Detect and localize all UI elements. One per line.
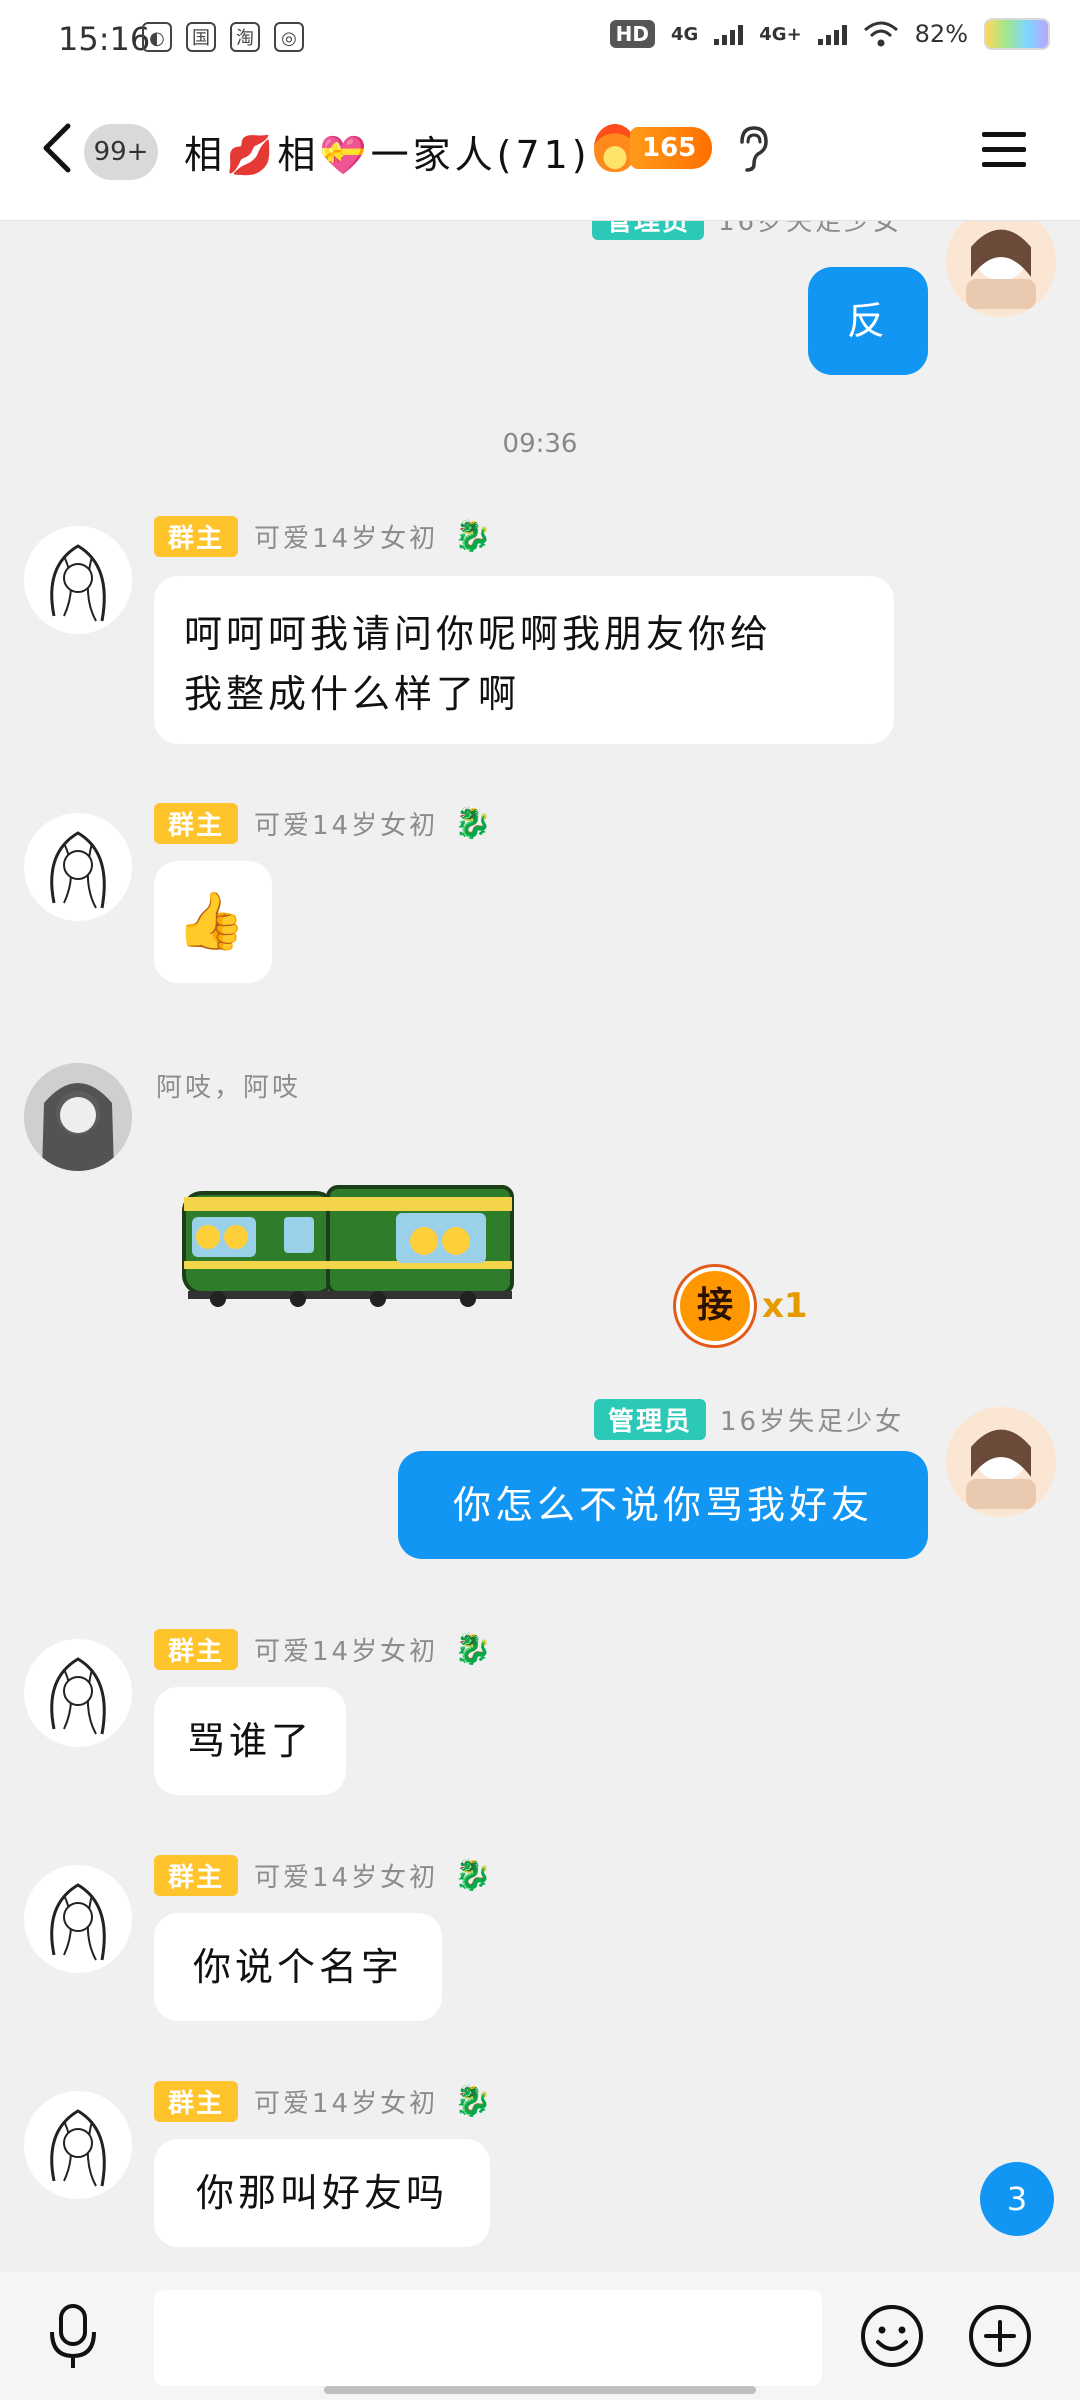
thumbs-up-emoji: 👍 — [176, 889, 250, 954]
message-text-line: 呵呵呵我请问你呢啊我朋友你给 — [184, 612, 773, 656]
app-notification-icon: ◐ — [142, 22, 172, 52]
message-input[interactable] — [154, 2290, 822, 2386]
group-title[interactable]: 相💋相💝一家人(71) — [184, 124, 591, 179]
message-bubble[interactable]: 你怎么不说你骂我好友 — [398, 1451, 928, 1559]
avatar[interactable] — [24, 1639, 132, 1747]
dragon-icon: 🐉 — [454, 519, 492, 554]
message-timestamp: 09:36 — [502, 429, 578, 459]
owner-badge: 群主 — [154, 1629, 239, 1670]
owner-badge: 群主 — [154, 2081, 239, 2122]
sender-nickname: 可爱14岁女初 — [254, 811, 439, 841]
avatar[interactable] — [24, 813, 132, 921]
sender-nickname: 阿吱，阿吱 — [156, 1073, 302, 1103]
chat-area[interactable]: 管理员 16岁失足少女 反 09:36 群主 可爱14岁女初 🐉 呵呵呵我请问你… — [0, 221, 1080, 2272]
avatar[interactable] — [946, 221, 1056, 317]
owner-badge: 群主 — [154, 1855, 239, 1896]
message-bubble[interactable]: 你说个名字 — [154, 1913, 442, 2021]
dragon-icon: 🐉 — [454, 1632, 492, 1667]
battery-icon — [984, 18, 1050, 50]
message-incoming: 群主 可爱14岁女初 🐉 骂谁了 — [0, 1629, 1080, 1809]
message-incoming: 群主 可爱14岁女初 🐉 你那叫好友吗 — [0, 2081, 1080, 2261]
sender-nickname: 可爱14岁女初 — [254, 2089, 439, 2119]
message-incoming: 群主 可爱14岁女初 🐉 👍 — [0, 803, 1080, 993]
signal-icon — [817, 23, 847, 45]
microphone-icon[interactable] — [46, 2302, 100, 2372]
message-bubble[interactable]: 呵呵呵我请问你呢啊我朋友你给 我整成什么样了啊 — [154, 576, 894, 744]
emoji-icon[interactable] — [858, 2302, 926, 2370]
group-fire-badge[interactable]: 165 — [594, 124, 713, 172]
status-notification-icons: ◐ 国 淘 ◎ — [142, 22, 304, 52]
sender-nickname: 可爱14岁女初 — [254, 1863, 439, 1893]
message-bubble[interactable]: 反 — [808, 267, 928, 375]
admin-badge: 管理员 — [592, 221, 705, 240]
avatar[interactable] — [24, 2091, 132, 2199]
wifi-icon — [863, 21, 898, 47]
message-bubble[interactable]: 你那叫好友吗 — [154, 2139, 490, 2247]
reaction-icon: 接 — [676, 1267, 754, 1345]
reaction-chip[interactable]: 接 x1 — [676, 1267, 808, 1345]
ear-icon[interactable] — [734, 124, 770, 172]
network-4g-plus-label: 4G+ — [759, 23, 802, 45]
dragon-icon: 🐉 — [454, 2084, 492, 2119]
avatar[interactable] — [24, 1865, 132, 1973]
app-notification-icon: 国 — [186, 22, 216, 52]
sender-nickname: 可爱14岁女初 — [254, 1637, 439, 1667]
battery-percent: 82% — [914, 20, 968, 48]
app-notification-icon: ◎ — [274, 22, 304, 52]
train-sticker[interactable] — [178, 1173, 518, 1313]
sender-info: 管理员 16岁失足少女 — [592, 221, 902, 240]
message-outgoing: 管理员 16岁失足少女 你怎么不说你骂我好友 — [0, 1399, 1080, 1569]
status-bar: 15:16 ◐ 国 淘 ◎ HD 4G 4G+ 82% — [0, 0, 1080, 84]
sender-nickname: 16岁失足少女 — [720, 1407, 905, 1437]
chat-header: 99+ 相💋相💝一家人(71) 165 — [0, 84, 1080, 221]
hd-icon: HD — [609, 20, 655, 48]
avatar[interactable] — [946, 1407, 1056, 1517]
back-icon[interactable] — [32, 120, 88, 176]
menu-icon[interactable] — [980, 128, 1028, 172]
avatar[interactable] — [24, 1063, 132, 1171]
message-bubble[interactable]: 👍 — [154, 861, 272, 983]
sender-info: 群主 可爱14岁女初 🐉 — [154, 2081, 491, 2122]
signal-icon — [714, 23, 744, 45]
message-incoming: 群主 可爱14岁女初 🐉 呵呵呵我请问你呢啊我朋友你给 我整成什么样了啊 — [0, 516, 1080, 756]
dragon-icon: 🐉 — [454, 1858, 492, 1893]
unread-count-badge[interactable]: 99+ — [84, 124, 158, 180]
sender-info: 管理员 16岁失足少女 — [594, 1399, 904, 1440]
message-incoming: 群主 可爱14岁女初 🐉 你说个名字 — [0, 1855, 1080, 2035]
app-notification-icon: 淘 — [230, 22, 260, 52]
sender-info: 群主 可爱14岁女初 🐉 — [154, 803, 491, 844]
admin-badge: 管理员 — [594, 1399, 707, 1440]
owner-badge: 群主 — [154, 516, 239, 557]
sender-info: 群主 可爱14岁女初 🐉 — [154, 1629, 491, 1670]
avatar[interactable] — [24, 526, 132, 634]
message-incoming: 阿吱，阿吱 — [0, 1039, 1080, 1339]
status-right: HD 4G 4G+ 82% — [609, 18, 1050, 50]
home-indicator[interactable] — [324, 2386, 756, 2394]
status-time: 15:16 — [58, 20, 151, 58]
new-messages-button[interactable]: 3 — [980, 2162, 1054, 2236]
network-4g-label: 4G — [670, 23, 699, 45]
input-bar — [0, 2272, 1080, 2400]
owner-badge: 群主 — [154, 803, 239, 844]
sender-info: 群主 可爱14岁女初 🐉 — [154, 1855, 491, 1896]
fire-level: 165 — [630, 127, 713, 169]
sender-nickname: 16岁失足少女 — [718, 221, 903, 237]
sender-info: 群主 可爱14岁女初 🐉 — [154, 516, 491, 557]
reaction-count: x1 — [762, 1286, 808, 1326]
message-text-line: 我整成什么样了啊 — [184, 672, 521, 716]
dragon-icon: 🐉 — [454, 806, 492, 841]
message-outgoing: 管理员 16岁失足少女 反 — [0, 221, 1080, 381]
plus-icon[interactable] — [966, 2302, 1034, 2370]
sender-nickname: 可爱14岁女初 — [254, 524, 439, 554]
message-bubble[interactable]: 骂谁了 — [154, 1687, 346, 1795]
